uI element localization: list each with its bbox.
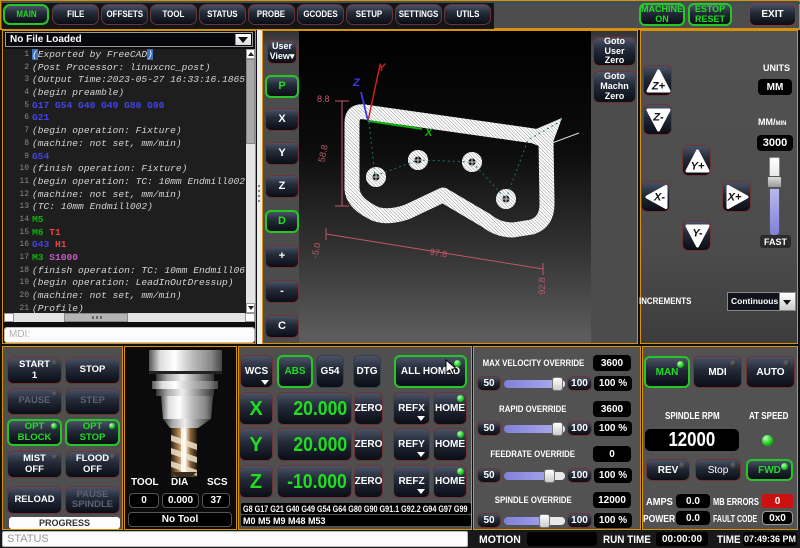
svg-text:X: X: [424, 127, 433, 139]
svg-text:X+: X+: [727, 192, 742, 204]
svg-text:Z: Z: [352, 77, 361, 89]
svg-text:Z-: Z-: [652, 112, 664, 124]
svg-text:8.8: 8.8: [317, 94, 330, 104]
svg-text:97.8: 97.8: [429, 247, 448, 260]
svg-text:Y-: Y-: [692, 228, 703, 240]
svg-text:X-: X-: [653, 192, 665, 204]
svg-text:-5.0: -5.0: [310, 242, 323, 259]
svg-text:Z+: Z+: [651, 81, 666, 93]
svg-text:58.8: 58.8: [316, 144, 329, 163]
svg-text:Y: Y: [378, 62, 387, 74]
svg-text:92.8: 92.8: [537, 277, 547, 295]
svg-text:Y+: Y+: [691, 161, 705, 173]
